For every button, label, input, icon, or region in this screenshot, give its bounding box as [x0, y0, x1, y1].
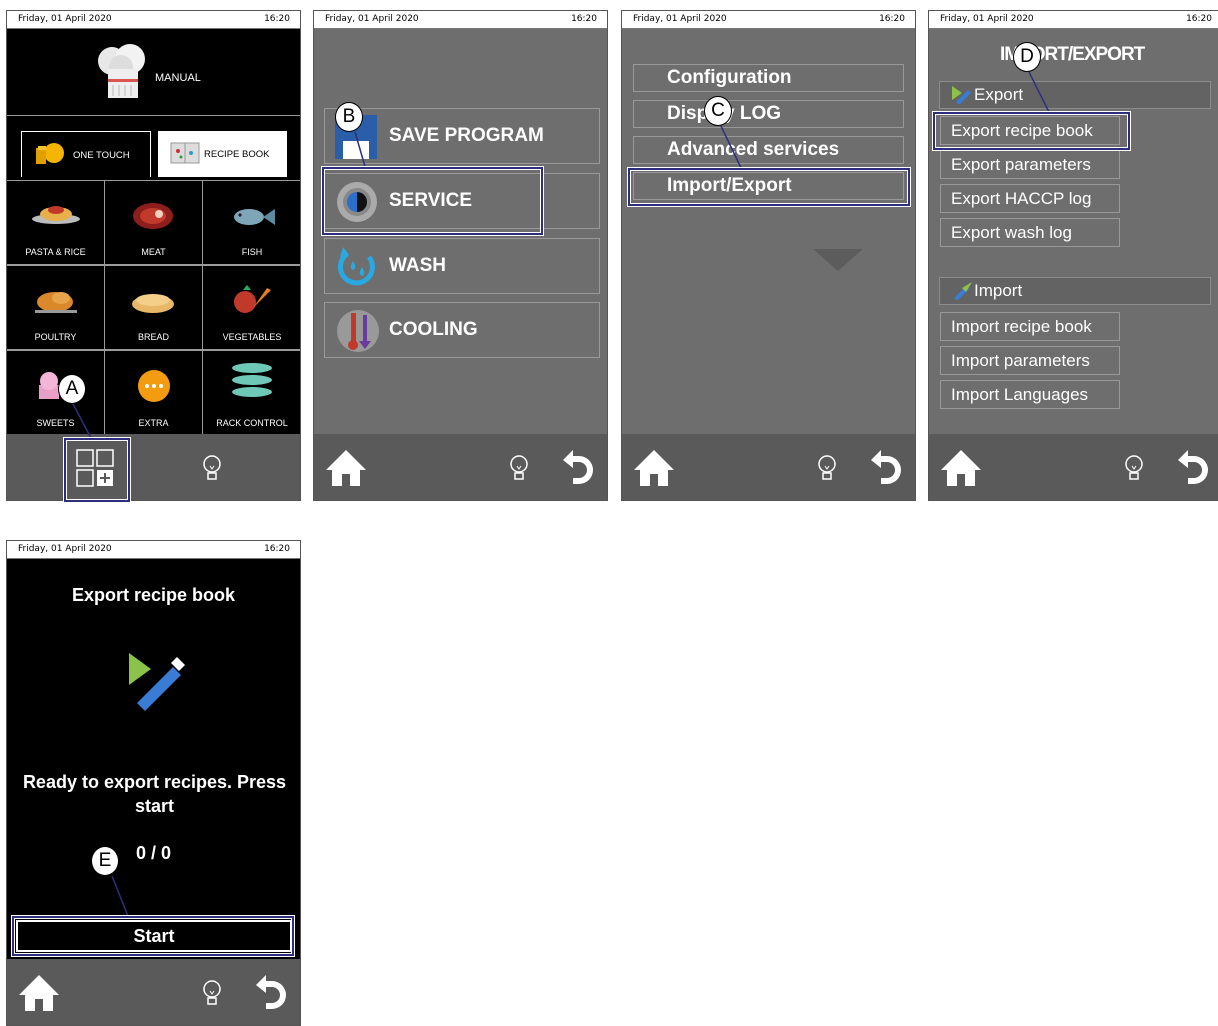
- callout-e: E: [91, 846, 119, 876]
- callout-d: D: [1013, 42, 1041, 72]
- callout-leader-lines: [71, 71, 1051, 917]
- highlight-import-export: [628, 168, 910, 206]
- highlight-start: [12, 916, 294, 956]
- callout-b: B: [335, 102, 363, 132]
- highlight-export-recipe-book: [933, 112, 1130, 150]
- highlight-recipe-grid: [64, 438, 130, 502]
- highlight-service: [322, 167, 543, 235]
- callout-c: C: [704, 96, 732, 126]
- callout-a: A: [58, 374, 86, 404]
